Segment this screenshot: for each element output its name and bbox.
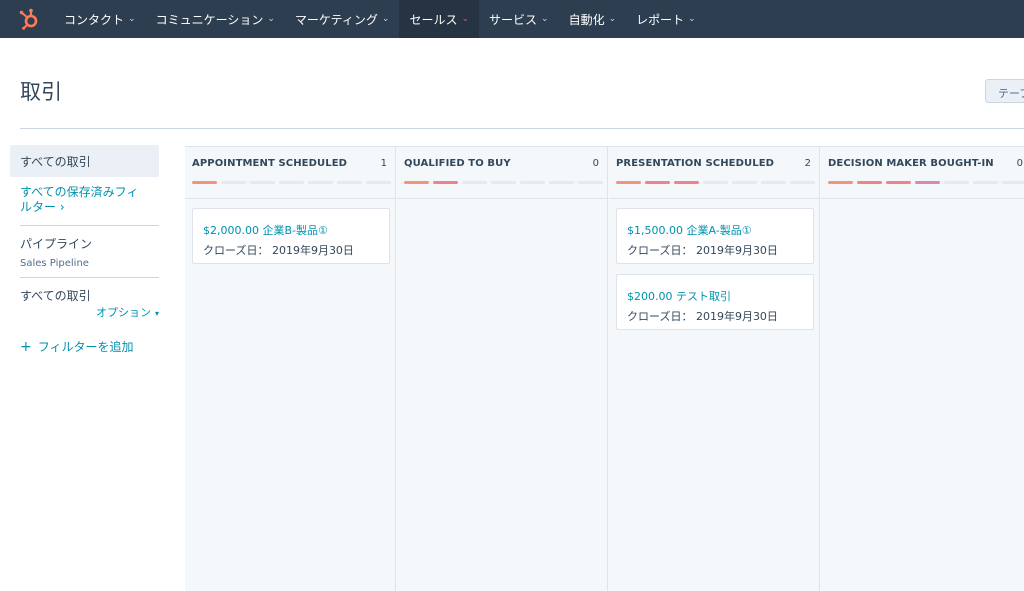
progress-segment: [366, 181, 391, 184]
nav-item[interactable]: コミュニケーション ⌄: [146, 0, 285, 38]
progress-segment: [308, 181, 333, 184]
top-nav: コンタクト ⌄ コミュニケーション ⌄ マーケティング ⌄ セールス ⌄ サービス ⌄ 自動化 ⌄ レポ…: [0, 0, 1024, 38]
progress-segment: [578, 181, 603, 184]
progress-segment: [520, 181, 545, 184]
progress-segment: [1002, 181, 1024, 184]
sidebar: すべての取引 すべての保存済みフィルター › パイプライン Sales Pipe…: [10, 145, 159, 365]
nav-item[interactable]: コンタクト ⌄: [54, 0, 146, 38]
stage-deal-count: 0: [1016, 158, 1023, 169]
saved-filters-link[interactable]: すべての保存済みフィルター ›: [10, 177, 159, 225]
add-filter-label: フィルターを追加: [37, 340, 134, 354]
deal-card-title[interactable]: $1,500.00 企業A-製品①: [627, 222, 803, 238]
stage-progress-bar: [616, 181, 815, 184]
header-divider: [20, 128, 1024, 129]
stage-name: PRESENTATION SCHEDULED: [616, 158, 775, 169]
chevron-down-icon: ⌄: [608, 14, 617, 24]
pipeline-stage-column: PRESENTATION SCHEDULED 2 $1,500.00 企業A-製品①…: [609, 147, 820, 591]
chevron-down-icon: ⌄: [267, 14, 275, 24]
options-label: オプション: [95, 306, 151, 319]
progress-segment: [674, 181, 699, 184]
nav-item-label: コンタクト: [64, 12, 125, 27]
nav-item-label: レポート: [636, 12, 685, 27]
progress-segment: [279, 181, 304, 184]
progress-segment: [857, 181, 882, 184]
deal-card-title[interactable]: $200.00 テスト取引: [627, 288, 803, 304]
nav-item[interactable]: サービス ⌄: [479, 0, 559, 38]
pipeline-stage-column: APPOINTMENT SCHEDULED 1 $2,000.00 企業B-製品① ク…: [185, 147, 396, 591]
progress-segment: [761, 181, 786, 184]
progress-segment: [944, 181, 969, 184]
progress-segment: [549, 181, 574, 184]
deal-close-date: クローズ日： 2019年9月30日: [203, 244, 354, 257]
progress-segment: [645, 181, 670, 184]
deal-card[interactable]: $200.00 テスト取引 クローズ日： 2019年9月30日: [616, 274, 814, 330]
progress-segment: [221, 181, 246, 184]
deals-filter-label: すべての取引: [20, 289, 91, 303]
plus-icon: +: [20, 339, 32, 355]
deal-close-date: クローズ日： 2019年9月30日: [627, 310, 778, 323]
nav-item[interactable]: マーケティング ⌄: [285, 0, 400, 38]
add-filter-button[interactable]: + フィルターを追加: [10, 328, 159, 365]
progress-segment: [886, 181, 911, 184]
nav-item[interactable]: セールス ⌄: [399, 0, 480, 38]
stage-header[interactable]: PRESENTATION SCHEDULED 2: [609, 147, 819, 199]
stage-progress-bar: [404, 181, 603, 184]
nav-item[interactable]: レポート ⌄: [626, 0, 706, 38]
deal-card[interactable]: $2,000.00 企業B-製品① クローズ日： 2019年9月30日: [192, 208, 390, 264]
nav-item[interactable]: 自動化 ⌄: [559, 0, 627, 38]
stage-name: QUALIFIED TO BUY: [404, 158, 511, 169]
progress-segment: [828, 181, 853, 184]
progress-segment: [462, 181, 487, 184]
pipeline-stage-column: DECISION MAKER BOUGHT-IN 0: [821, 147, 1024, 591]
deal-card[interactable]: $1,500.00 企業A-製品① クローズ日： 2019年9月30日: [616, 208, 814, 264]
progress-segment: [404, 181, 429, 184]
chevron-down-icon: ⌄: [461, 14, 470, 24]
progress-segment: [337, 181, 362, 184]
nav-item-label: 自動化: [568, 12, 605, 27]
chevron-down-icon: ⌄: [688, 14, 696, 24]
pipeline-selector[interactable]: Sales Pipeline: [10, 252, 159, 277]
stage-deal-count: 0: [592, 158, 599, 169]
stage-progress-bar: [192, 181, 391, 184]
nav-item-label: コミュニケーション: [155, 12, 264, 27]
stage-header[interactable]: DECISION MAKER BOUGHT-IN 0: [821, 147, 1024, 199]
hubspot-logo-icon[interactable]: [18, 8, 40, 30]
progress-segment: [915, 181, 940, 184]
sidebar-item-all-deals[interactable]: すべての取引: [10, 145, 159, 177]
progress-segment: [703, 181, 728, 184]
nav-menu: コンタクト ⌄ コミュニケーション ⌄ マーケティング ⌄ セールス ⌄ サービス ⌄ 自動化 ⌄ レポ…: [54, 0, 706, 38]
stage-progress-bar: [828, 181, 1024, 184]
stage-header[interactable]: APPOINTMENT SCHEDULED 1: [185, 147, 395, 199]
nav-item-label: マーケティング: [294, 12, 378, 27]
caret-down-icon: ▾: [154, 309, 159, 318]
progress-segment: [732, 181, 757, 184]
progress-segment: [790, 181, 815, 184]
stage-deal-count: 2: [804, 158, 811, 169]
table-view-button[interactable]: テーブ: [985, 79, 1024, 103]
nav-item-label: セールス: [409, 12, 458, 27]
pipeline-label: パイプライン: [20, 237, 93, 251]
chevron-down-icon: ⌄: [541, 14, 549, 24]
chevron-down-icon: ⌄: [381, 14, 390, 24]
deal-board: APPOINTMENT SCHEDULED 1 $2,000.00 企業B-製品① ク…: [185, 146, 1024, 591]
stage-name: DECISION MAKER BOUGHT-IN: [828, 158, 994, 169]
deal-close-date: クローズ日： 2019年9月30日: [627, 244, 778, 257]
progress-segment: [491, 181, 516, 184]
stage-deal-count: 1: [380, 158, 387, 169]
nav-item-label: サービス: [489, 12, 538, 27]
chevron-down-icon: ⌄: [128, 14, 136, 24]
progress-segment: [616, 181, 641, 184]
progress-segment: [433, 181, 458, 184]
stage-name: APPOINTMENT SCHEDULED: [192, 158, 348, 169]
page-title: 取引: [20, 80, 62, 104]
deal-card-title[interactable]: $2,000.00 企業B-製品①: [203, 222, 379, 238]
stage-header[interactable]: QUALIFIED TO BUY 0: [397, 147, 607, 199]
progress-segment: [250, 181, 275, 184]
pipeline-stage-column: QUALIFIED TO BUY 0: [397, 147, 608, 591]
options-dropdown[interactable]: オプション ▾: [10, 304, 159, 328]
progress-segment: [192, 181, 217, 184]
progress-segment: [973, 181, 998, 184]
